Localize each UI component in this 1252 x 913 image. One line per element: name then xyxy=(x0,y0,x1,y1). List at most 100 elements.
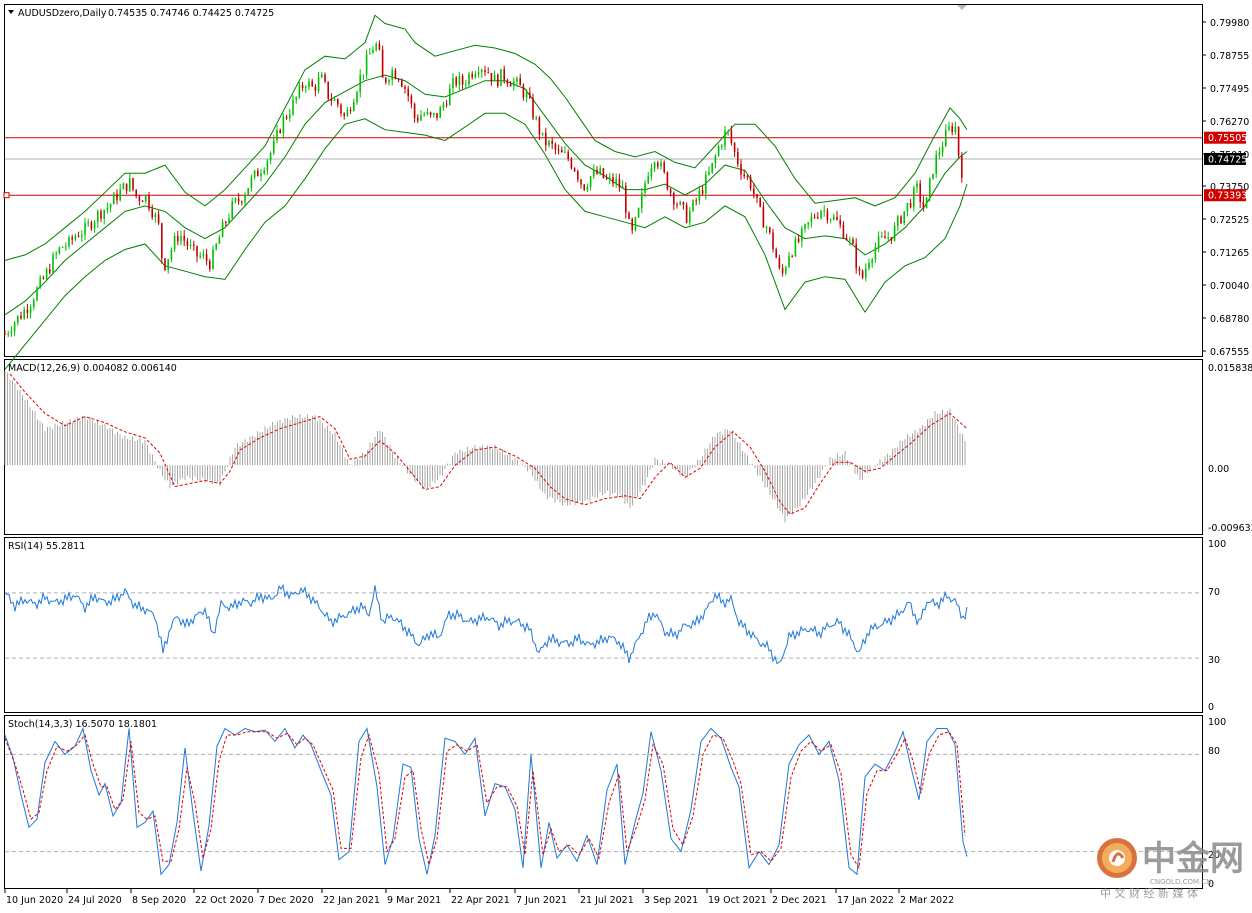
rsi-tick-label: 30 xyxy=(1208,655,1220,666)
candle-body xyxy=(55,253,57,255)
candle-body xyxy=(177,236,179,242)
candle-body xyxy=(484,70,486,73)
candle-body xyxy=(439,107,441,118)
candle-body xyxy=(689,210,691,223)
candle-body xyxy=(314,86,317,91)
candle-body xyxy=(820,210,822,218)
main-level-lines xyxy=(3,137,1202,199)
candle-body xyxy=(349,109,352,112)
candle-body xyxy=(244,194,246,203)
candle-body xyxy=(42,277,45,279)
candle-body xyxy=(951,126,953,133)
candle-body xyxy=(125,183,128,191)
candle-body xyxy=(257,170,259,177)
watermark-subtext: 中 文 财 经 新 媒 体 xyxy=(1100,886,1198,900)
candle-body xyxy=(602,168,605,178)
candle-body xyxy=(36,287,38,301)
macd-tick-label: -0.009632 xyxy=(1208,523,1252,534)
candle-body xyxy=(932,173,934,179)
candle-body xyxy=(119,189,121,201)
candle-body xyxy=(756,194,758,199)
candle-body xyxy=(519,78,521,86)
candle-body xyxy=(657,162,659,167)
candle-body xyxy=(698,190,701,201)
candle-body xyxy=(29,306,32,313)
candle-body xyxy=(442,104,445,108)
candle-body xyxy=(506,80,509,84)
candle-body xyxy=(884,236,886,239)
candle-body xyxy=(717,146,720,156)
candle-body xyxy=(650,168,653,177)
candle-body xyxy=(410,96,413,104)
candle-body xyxy=(58,247,61,254)
candle-body xyxy=(772,232,774,250)
candle-body xyxy=(71,237,73,240)
candle-body xyxy=(935,155,937,174)
candle-body xyxy=(106,207,109,211)
date-tick-label: 21 Jul 2021 xyxy=(580,895,634,906)
candle-body xyxy=(490,72,493,82)
candle-body xyxy=(695,200,697,202)
candle-body xyxy=(90,222,93,229)
candle-body xyxy=(173,236,176,250)
candle-body xyxy=(503,69,505,81)
candle-body xyxy=(842,224,845,239)
candle-body xyxy=(445,104,448,106)
candle-body xyxy=(522,85,525,98)
candle-body xyxy=(497,74,499,86)
date-tick-label: 24 Jul 2020 xyxy=(68,895,122,906)
date-tick-label: 19 Oct 2021 xyxy=(708,895,767,906)
candle-body xyxy=(385,77,387,83)
candle-body xyxy=(813,216,816,218)
candle-body xyxy=(663,162,665,173)
candle-body xyxy=(148,194,150,210)
candle-body xyxy=(391,70,393,80)
candle-body xyxy=(609,177,611,179)
candle-body xyxy=(122,183,125,190)
candle-body xyxy=(833,216,835,220)
candle-body xyxy=(711,163,713,172)
candle-body xyxy=(183,235,185,241)
rsi-label: RSI(14) 55.2811 xyxy=(8,541,85,552)
candle-body xyxy=(538,117,541,135)
candle-body xyxy=(673,192,675,205)
candle-body xyxy=(420,115,422,121)
candle-body xyxy=(132,178,134,190)
candle-body xyxy=(487,72,489,74)
candle-body xyxy=(881,236,883,238)
candle-body xyxy=(705,174,707,194)
shift-marker-icon[interactable] xyxy=(957,5,967,10)
candle-body xyxy=(250,177,253,189)
candle-body xyxy=(228,218,230,223)
candle-body xyxy=(865,268,867,278)
candle-body xyxy=(333,99,336,101)
collapse-triangle-icon[interactable] xyxy=(8,10,14,14)
candle-body xyxy=(749,177,752,189)
candle-body xyxy=(276,129,278,141)
rsi-line xyxy=(4,583,968,665)
candle-body xyxy=(359,74,361,93)
candle-body xyxy=(100,211,102,219)
candle-body xyxy=(567,151,569,160)
candle-body xyxy=(189,244,192,246)
candle-body xyxy=(417,117,419,121)
candle-body xyxy=(775,249,777,258)
price-tick-label: 0.78755 xyxy=(1210,51,1249,62)
candle-body xyxy=(225,221,227,223)
candle-body xyxy=(612,177,614,184)
candle-body xyxy=(84,223,86,235)
candle-body xyxy=(164,258,166,271)
candle-body xyxy=(666,172,669,190)
candle-body xyxy=(13,322,16,332)
candle-body xyxy=(797,238,800,242)
candle-body xyxy=(877,236,880,248)
candle-body xyxy=(39,277,41,288)
candle-body xyxy=(916,183,918,188)
price-tick-label: 0.72525 xyxy=(1210,215,1249,226)
candle-body xyxy=(458,76,461,86)
candle-body xyxy=(151,209,153,218)
candle-body xyxy=(93,222,96,229)
price-tick-label: 0.68780 xyxy=(1210,314,1249,325)
candle-body xyxy=(292,99,294,115)
candle-body xyxy=(289,114,291,119)
